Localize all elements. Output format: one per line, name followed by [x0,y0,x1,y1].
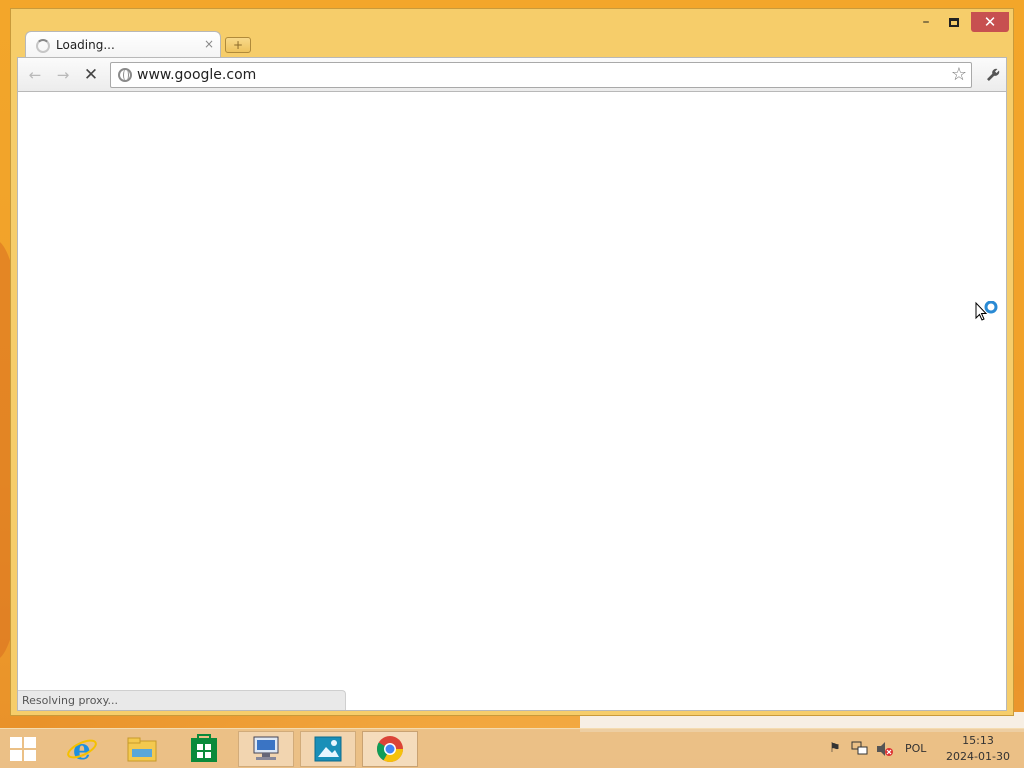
tab-title: Loading... [56,38,115,52]
stop-button[interactable]: ✕ [80,64,102,86]
maximize-icon [949,17,959,27]
taskbar-item-file-explorer[interactable] [114,731,170,767]
windows-logo-icon [10,737,22,748]
page-content[interactable]: Resolving proxy... [17,91,1007,711]
taskbar-item-remote-desktop[interactable] [238,731,294,767]
svg-text:e: e [73,734,91,764]
maximize-button[interactable] [941,12,967,32]
taskbar-item-internet-explorer[interactable]: e [54,731,110,767]
loading-spinner-icon [36,39,50,53]
windows-logo-pane [24,750,36,761]
taskbar-item-photos[interactable] [300,731,356,767]
windows-logo-pane [24,737,36,748]
browser-window: – ✕ Loading... × + ← → ✕ www.google.com … [10,8,1014,716]
network-icon[interactable] [851,741,869,757]
globe-icon [118,68,132,82]
taskbar-item-google-chrome[interactable] [362,731,418,767]
store-icon [191,734,217,762]
clock-time: 15:13 [962,734,994,747]
taskbar: e ⚑ POL 15:13 2024-01-30 [0,728,1024,768]
busy-cursor-icon [975,300,1001,323]
bookmark-star-icon[interactable]: ☆ [951,64,967,85]
action-center-flag-icon[interactable]: ⚑ [826,741,844,757]
minimize-button[interactable]: – [913,12,939,32]
new-tab-button[interactable]: + [225,37,251,53]
tab-close-button[interactable]: × [204,37,214,51]
photos-icon [314,736,342,762]
start-button[interactable] [10,737,38,763]
close-button[interactable]: ✕ [971,12,1009,32]
speaker-muted-icon[interactable] [876,741,894,757]
chrome-icon [376,736,404,763]
ie-icon: e [67,734,97,764]
back-button[interactable]: ← [24,64,46,86]
browser-toolbar: ← → ✕ www.google.com ☆ [17,57,1007,91]
windows-logo-pane [10,750,22,761]
browser-tab[interactable]: Loading... × [25,31,221,58]
folder-icon [127,737,157,762]
address-bar-url[interactable]: www.google.com [137,67,256,83]
remote-desktop-icon [253,736,279,760]
address-bar[interactable]: www.google.com ☆ [110,62,972,88]
input-language-indicator[interactable]: POL [905,742,926,755]
forward-button[interactable]: → [52,64,74,86]
clock[interactable]: 15:13 2024-01-30 [940,733,1016,765]
status-bubble: Resolving proxy... [18,690,346,710]
taskbar-item-store[interactable] [176,731,232,767]
clock-date: 2024-01-30 [946,750,1010,763]
wrench-icon[interactable] [982,64,1004,86]
